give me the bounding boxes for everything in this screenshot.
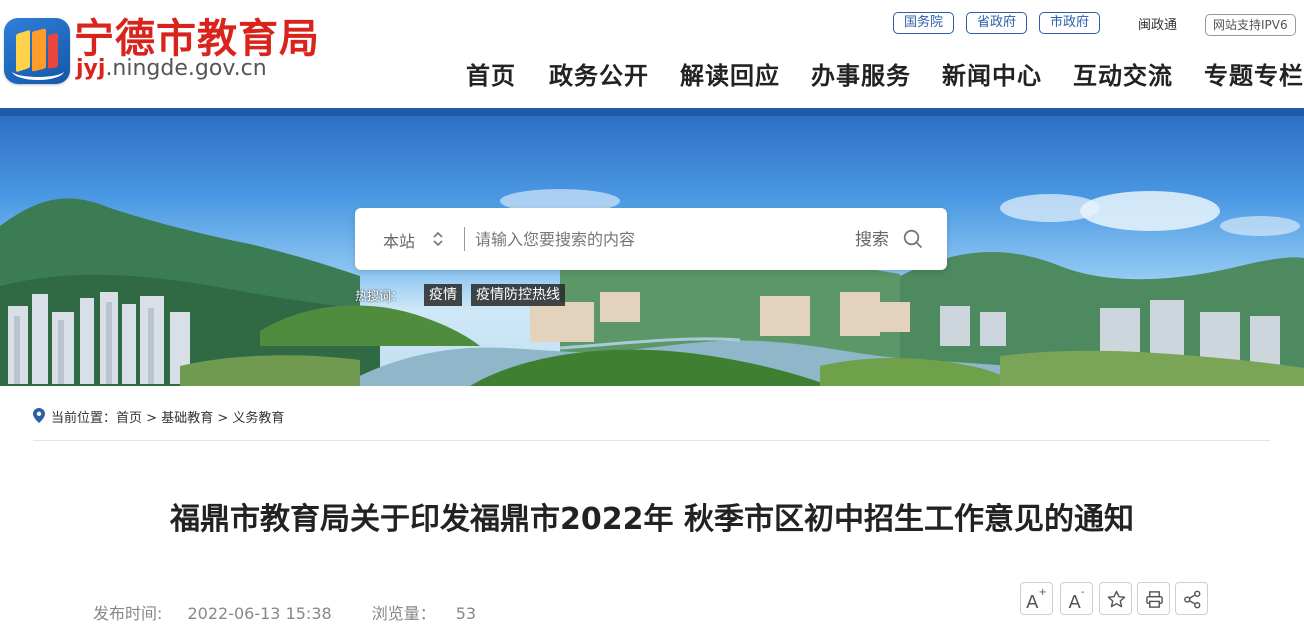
nav-news-center[interactable]: 新闻中心 <box>942 56 1042 91</box>
nav-special-topics[interactable]: 专题专栏 <box>1204 56 1304 91</box>
location-pin-icon <box>33 408 45 423</box>
link-state-council[interactable]: 国务院 <box>893 12 955 34</box>
views-label: 浏览量： <box>371 604 436 623</box>
hot-word-epidemic-hotline[interactable]: 疫情防控热线 <box>471 284 565 306</box>
breadcrumb-text: 当前位置：首页 > 基础教育 > 义务教育 <box>51 407 284 426</box>
star-icon <box>1107 590 1126 608</box>
breadcrumb-compulsory-education[interactable]: 义务教育 <box>232 411 284 426</box>
link-city-government[interactable]: 市政府 <box>1039 12 1101 34</box>
favorite-button[interactable] <box>1099 582 1132 615</box>
domain-rest: .ningde.gov.cn <box>105 56 267 81</box>
font-smaller-letter: A <box>1068 592 1081 613</box>
search-divider <box>464 227 465 251</box>
ipv6-badge: 网站支持IPV6 <box>1205 14 1296 36</box>
breadcrumb-divider <box>33 440 1270 441</box>
logo-icon[interactable] <box>4 18 70 84</box>
publish-label: 发布时间: <box>93 604 163 623</box>
breadcrumb-label: 当前位置： <box>51 411 117 426</box>
hot-words-label: 热搜词： <box>355 289 404 303</box>
search-button[interactable]: 搜索 <box>855 225 889 253</box>
nav-services[interactable]: 办事服务 <box>811 56 911 91</box>
chevron-updown-icon[interactable] <box>433 231 443 247</box>
font-larger-letter: A <box>1026 592 1039 613</box>
nav-interaction[interactable]: 互动交流 <box>1073 56 1173 91</box>
publish-value: 2022-06-13 15:38 <box>187 604 332 623</box>
link-provincial-government[interactable]: 省政府 <box>966 12 1028 34</box>
article-content: 当前位置：首页 > 基础教育 > 义务教育 福鼎市教育局关于印发福鼎市2022年… <box>0 386 1304 631</box>
article-title: 福鼎市教育局关于印发福鼎市2022年 秋季市区初中招生工作意见的通知 <box>170 502 1134 537</box>
views-value: 53 <box>455 604 477 623</box>
breadcrumb-basic-education[interactable]: 基础教育 <box>161 411 213 426</box>
search-icon[interactable] <box>903 229 923 249</box>
font-smaller-minus: - <box>1080 587 1085 598</box>
breadcrumb-home[interactable]: 首页 <box>116 411 142 426</box>
search-scope-select[interactable]: 本站 <box>383 228 415 252</box>
breadcrumb-separator: > <box>142 411 162 426</box>
share-button[interactable] <box>1175 582 1208 615</box>
site-domain: jyj.ningde.gov.cn <box>76 56 267 81</box>
share-icon <box>1184 590 1201 609</box>
publish-time: 发布时间: 2022-06-13 15:38 <box>93 604 352 623</box>
domain-highlight: jyj <box>76 56 106 81</box>
nav-government-affairs[interactable]: 政务公开 <box>549 56 649 91</box>
font-larger-plus: + <box>1038 587 1047 598</box>
print-button[interactable] <box>1137 582 1170 615</box>
search-box: 本站 搜索 <box>355 208 947 270</box>
nav-home[interactable]: 首页 <box>466 56 516 91</box>
header-divider-bar <box>0 108 1304 116</box>
font-larger-button[interactable]: A+ <box>1020 582 1053 615</box>
print-icon <box>1146 591 1163 608</box>
view-count: 浏览量： 53 <box>372 604 496 623</box>
site-header: 宁德市教育局 jyj.ningde.gov.cn 国务院 省政府 市政府 闽政通… <box>0 0 1304 108</box>
font-smaller-button[interactable]: A- <box>1060 582 1093 615</box>
article-meta: 发布时间: 2022-06-13 15:38 浏览量： 53 <box>93 600 516 624</box>
search-input[interactable] <box>475 223 845 255</box>
link-min-zheng-tong[interactable]: 闽政通 <box>1138 14 1177 33</box>
breadcrumb-separator: > <box>213 411 233 426</box>
nav-interpretation[interactable]: 解读回应 <box>680 56 780 91</box>
hot-word-epidemic[interactable]: 疫情 <box>424 284 462 306</box>
